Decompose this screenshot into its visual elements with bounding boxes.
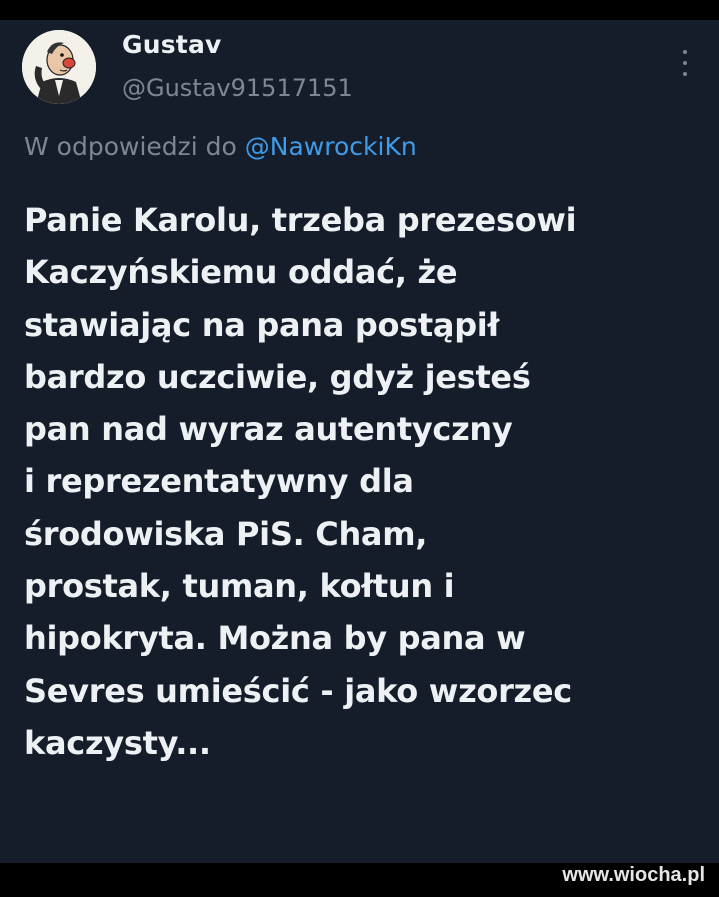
more-dot [683,72,687,76]
tweet-text: Panie Karolu, trzeba prezesowi Kaczyński… [24,194,704,769]
tweet-text-line: Kaczyńskiemu oddać, że [24,253,458,292]
tweet-text-line: pan nad wyraz autentyczny [24,410,513,449]
tweet-text-line: i reprezentatywny dla [24,462,414,501]
tweet-text-line: prostak, tuman, kołtun i [24,567,455,606]
more-vertical-icon[interactable] [674,48,696,78]
tweet-text-line: Panie Karolu, trzeba prezesowi [24,201,577,239]
tweet-text-line: bardzo uczciwie, gdyż jesteś [24,357,531,396]
tweet-text-line: hipokryta. Można by pana w [24,619,526,658]
more-dot [683,61,687,65]
cartoon-man-avatar-icon[interactable] [22,30,96,104]
reply-mention-link[interactable]: @NawrockiKn [245,132,417,161]
author-display-name[interactable]: Gustav [122,30,222,59]
reply-context: W odpowiedzi do @NawrockiKn [24,132,417,161]
tweet-card: Gustav @Gustav91517151 W odpowiedzi do @… [0,20,719,863]
tweet-text-line: Sevres umieścić - jako wzorzec [24,671,572,710]
tweet-text-line: środowiska PiS. Cham, [24,514,428,553]
tweet-text-line: kaczysty... [24,723,211,762]
author-handle[interactable]: @Gustav91517151 [122,74,353,102]
site-watermark: www.wiocha.pl [562,864,705,886]
more-dot [683,50,687,54]
tweet-text-line: stawiając na pana postąpił [24,305,500,344]
reply-prefix: W odpowiedzi do [24,132,237,161]
